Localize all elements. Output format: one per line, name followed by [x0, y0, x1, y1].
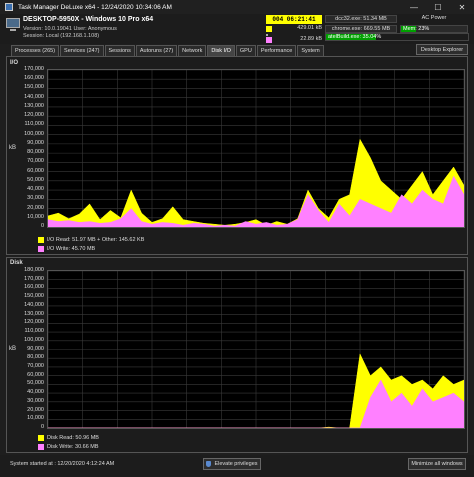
disk-y-tick-label: 90,000 [27, 345, 44, 352]
disk-read-label: Disk Read: 50.96 MB [47, 435, 99, 441]
cpu-meter[interactable]: atelBuild.exe: 35.04% [325, 33, 469, 41]
top-process-2[interactable]: chrome.exe: 669.55 MB [325, 25, 397, 33]
system-started-text: System started at : 12/20/2020 4:12:24 A… [10, 461, 115, 467]
disk-y-tick-label: 40,000 [27, 389, 44, 396]
io-y-tick-label: 90,000 [27, 139, 44, 146]
disk-y-tick-label: 170,000 [24, 275, 44, 282]
window-controls: — ☐ ✕ [402, 0, 474, 14]
host-title: DESKTOP-5950X - Windows 10 Pro x64 [23, 16, 154, 23]
io-y-tick-label: 130,000 [24, 102, 44, 109]
close-button[interactable]: ✕ [450, 0, 474, 14]
io-panel: I/O kB 0 10,000 20,000 30,000 40,000 50,000 60… [6, 56, 468, 255]
io-write-label: I/O Write: 45.70 MB [47, 246, 96, 252]
desktop-explorer-button[interactable]: Desktop Explorer [416, 44, 468, 55]
disk-panel: Disk kB 0 10,000 20,000 30,000 40,000 50,000 6… [6, 257, 468, 453]
io-y-tick-label: 60,000 [27, 167, 44, 174]
io-chart-svg [48, 70, 464, 227]
computer-stand-icon [10, 29, 16, 31]
read-rate-value: 429.01 kB [297, 25, 322, 31]
version-info: Version: 10.0.19041 User: Anonymous [23, 26, 117, 32]
app-icon [5, 3, 13, 11]
tab-network[interactable]: Network [178, 45, 207, 56]
minimize-all-button[interactable]: Minimize all windows [408, 458, 466, 470]
session-info: Session: Local (192.168.1.108) [23, 33, 100, 39]
disk-y-tick-label: 140,000 [24, 301, 44, 308]
disk-y-tick-label: 130,000 [24, 310, 44, 317]
tab-autoruns-27[interactable]: Autoruns (27) [135, 45, 178, 56]
dot-icon [266, 34, 268, 36]
io-y-tick-label: 110,000 [24, 121, 44, 128]
top-process-3: atelBuild.exe: 35.04% [328, 34, 382, 40]
io-y-tick-label: 80,000 [27, 149, 44, 156]
disk-chart-svg [48, 271, 464, 428]
tab-processes-265[interactable]: Processes (265) [11, 45, 60, 56]
disk-y-tick-label: 30,000 [27, 397, 44, 404]
memory-meter: Mem: 23% [400, 25, 468, 33]
disk-y-tick-label: 0 [40, 424, 44, 430]
disk-y-tick-label: 120,000 [24, 319, 44, 326]
disk-y-tick-label: 100,000 [24, 336, 44, 343]
disk-legend-read: Disk Read: 50.96 MB [38, 435, 99, 441]
io-chart [47, 69, 465, 228]
io-read-label: I/O Read: 51.97 MB + Other: 145.62 KB [47, 237, 145, 243]
io-y-tick-label: 140,000 [24, 93, 44, 100]
io-y-tick-label: 120,000 [24, 112, 44, 119]
maximize-button[interactable]: ☐ [426, 0, 450, 14]
tab-disk-i-o[interactable]: Disk I/O [207, 45, 235, 56]
io-y-tick-label: 160,000 [24, 75, 44, 82]
disk-chart [47, 270, 465, 429]
write-color-swatch [266, 37, 272, 43]
io-legend-write: I/O Write: 45.70 MB [38, 246, 95, 252]
disk-section-title: Disk [10, 260, 23, 266]
io-legend-read: I/O Read: 51.97 MB + Other: 145.62 KB [38, 237, 144, 243]
io-write-swatch [38, 246, 44, 252]
disk-y-tick-label: 60,000 [27, 371, 44, 378]
disk-read-swatch [38, 435, 44, 441]
disk-y-tick-label: 180,000 [24, 267, 44, 273]
disk-y-tick-label: 50,000 [27, 380, 44, 387]
tab-gpu[interactable]: GPU [235, 45, 256, 56]
tab-performance[interactable]: Performance [256, 45, 297, 56]
io-y-tick-label: 30,000 [27, 195, 44, 202]
elevate-label: Elevate privileges [214, 461, 258, 467]
tab-services-247[interactable]: Services (247) [60, 45, 104, 56]
io-y-tick-label: 50,000 [27, 176, 44, 183]
io-y-tick-label: 0 [40, 223, 44, 229]
disk-y-tick-label: 160,000 [24, 284, 44, 291]
computer-icon [6, 18, 20, 28]
write-rate-value: 22.89 kB [300, 36, 322, 42]
power-status: AC Power [421, 15, 447, 21]
tab-sessions[interactable]: Sessions [104, 45, 135, 56]
read-color-swatch [266, 26, 272, 32]
disk-y-tick-label: 80,000 [27, 354, 44, 361]
io-y-tick-label: 150,000 [24, 84, 44, 91]
top-process-1[interactable]: dcc32.exe: 51.34 MB [325, 15, 397, 23]
minimize-button[interactable]: — [402, 0, 426, 14]
tab-bar: Processes (265) Services (247) Sessions Aut… [11, 45, 325, 56]
io-read-swatch [38, 237, 44, 243]
status-footer: System started at : 12/20/2020 4:12:24 A… [0, 455, 474, 477]
io-y-tick-label: 70,000 [27, 158, 44, 165]
io-y-tick-label: 20,000 [27, 204, 44, 211]
shield-icon [206, 461, 212, 467]
io-y-tick-label: 40,000 [27, 186, 44, 193]
disk-y-tick-label: 20,000 [27, 406, 44, 413]
memory-label: Mem: 23% [403, 26, 430, 32]
io-y-tick-label: 10,000 [27, 213, 44, 220]
tab-system[interactable]: System [297, 45, 324, 56]
disk-y-tick-label: 10,000 [27, 415, 44, 422]
disk-legend-write: Disk Write: 30.66 MB [38, 444, 99, 450]
elevate-privileges-button[interactable]: Elevate privileges [203, 458, 261, 470]
io-y-tick-label: 100,000 [24, 130, 44, 137]
uptime-clock: 004 06:21:41 [266, 15, 322, 24]
disk-y-tick-label: 110,000 [24, 328, 44, 335]
title-bar: Task Manager DeLuxe x64 - 12/24/2020 10:… [0, 0, 474, 14]
disk-write-label: Disk Write: 30.66 MB [47, 444, 99, 450]
disk-write-swatch [38, 444, 44, 450]
disk-y-tick-label: 70,000 [27, 362, 44, 369]
window-title: Task Manager DeLuxe x64 - 12/24/2020 10:… [18, 3, 172, 11]
io-y-tick-label: 170,000 [24, 66, 44, 72]
disk-y-tick-label: 150,000 [24, 293, 44, 300]
